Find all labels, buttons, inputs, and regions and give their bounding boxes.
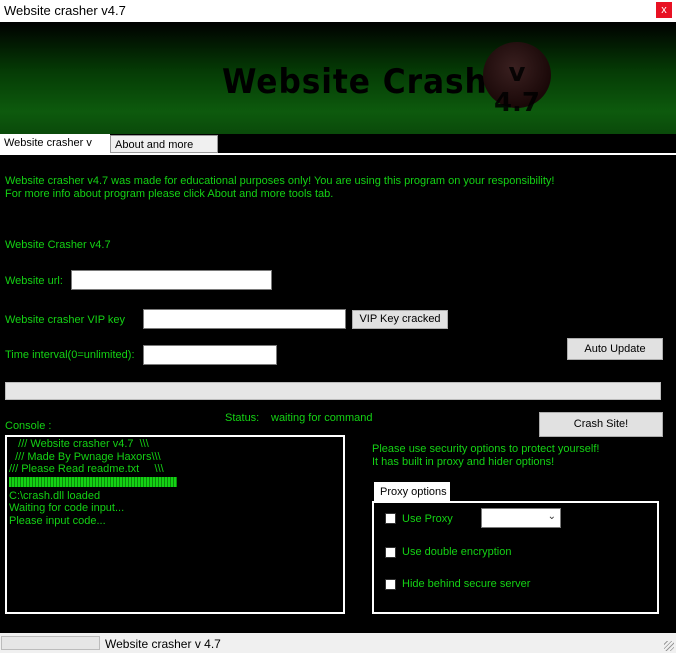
console-line: /// Please Read readme.txt \\\ (9, 463, 164, 475)
version-badge: v 4.7 (483, 42, 551, 118)
double-encryption-label: Use double encryption (402, 546, 512, 558)
status-bar: Website crasher v 4.7 (0, 633, 676, 653)
security-line-1: Please use security options to protect y… (372, 443, 600, 455)
secure-server-checkbox[interactable] (385, 579, 396, 590)
url-label: Website url: (5, 275, 63, 287)
tab-divider (0, 153, 676, 155)
banner: Website Crasher v 4.7 (0, 22, 676, 134)
tab-strip: Website crasher v 4.7 About and more too… (0, 134, 676, 169)
title-bar: Website crasher v4.7 x (0, 0, 676, 22)
proxy-options-panel: Use Proxy ⌄ Use double encryption Hide b… (372, 501, 659, 614)
tab-about[interactable]: About and more tools (110, 135, 218, 169)
close-button[interactable]: x (656, 2, 672, 18)
tab-proxy-options[interactable]: Proxy options (374, 482, 450, 502)
auto-update-button[interactable]: Auto Update (567, 338, 663, 360)
tab-website-crasher[interactable]: Website crasher v 4.7 (0, 134, 110, 168)
console-label: Console : (5, 420, 52, 432)
console-line: Waiting for code input... (9, 502, 125, 514)
close-icon: x (661, 4, 667, 16)
status-value: waiting for command (271, 412, 373, 424)
security-line-2: It has built in proxy and hider options! (372, 456, 555, 468)
console-line: C:\crash.dll loaded (9, 489, 101, 502)
use-proxy-label: Use Proxy (402, 513, 453, 525)
console-line: Please input code... (9, 514, 106, 527)
console-separator-bar (9, 476, 177, 487)
interval-input[interactable] (143, 345, 277, 365)
interval-label: Time interval(0=unlimited): (5, 349, 135, 361)
use-proxy-checkbox[interactable] (385, 513, 396, 524)
version-badge-text: v 4.7 (493, 58, 541, 118)
vip-key-input[interactable] (143, 309, 346, 329)
window-title: Website crasher v4.7 (4, 3, 126, 18)
double-encryption-checkbox[interactable] (385, 547, 396, 558)
console-output[interactable]: /// Website crasher v4.7 \\\ /// Made By… (5, 435, 345, 614)
vip-key-button[interactable]: VIP Key cracked (352, 310, 448, 329)
vip-key-label: Website crasher VIP key (5, 314, 126, 326)
secure-server-label: Hide behind secure server (402, 578, 531, 590)
notice-line-2: For more info about program please click… (5, 188, 334, 200)
proxy-select[interactable]: ⌄ (481, 508, 561, 528)
url-input[interactable] (71, 270, 272, 290)
notice-line-1: Website crasher v4.7 was made for educat… (5, 175, 555, 187)
console-line: /// Made By Pwnage Haxors\\\ (9, 450, 161, 463)
progress-bar (5, 382, 661, 400)
chevron-down-icon: ⌄ (547, 511, 556, 522)
crash-site-button[interactable]: Crash Site! (539, 412, 663, 437)
status-label: Status: (225, 412, 260, 424)
banner-title: Website Crasher (222, 62, 527, 102)
resize-grip-icon[interactable] (664, 641, 674, 651)
status-progress-bar (1, 636, 100, 650)
console-line: /// Website crasher v4.7 \\\ (9, 438, 149, 450)
form-heading: Website Crasher v4.7 (5, 239, 111, 251)
status-bar-label: Website crasher v 4.7 (105, 637, 221, 651)
